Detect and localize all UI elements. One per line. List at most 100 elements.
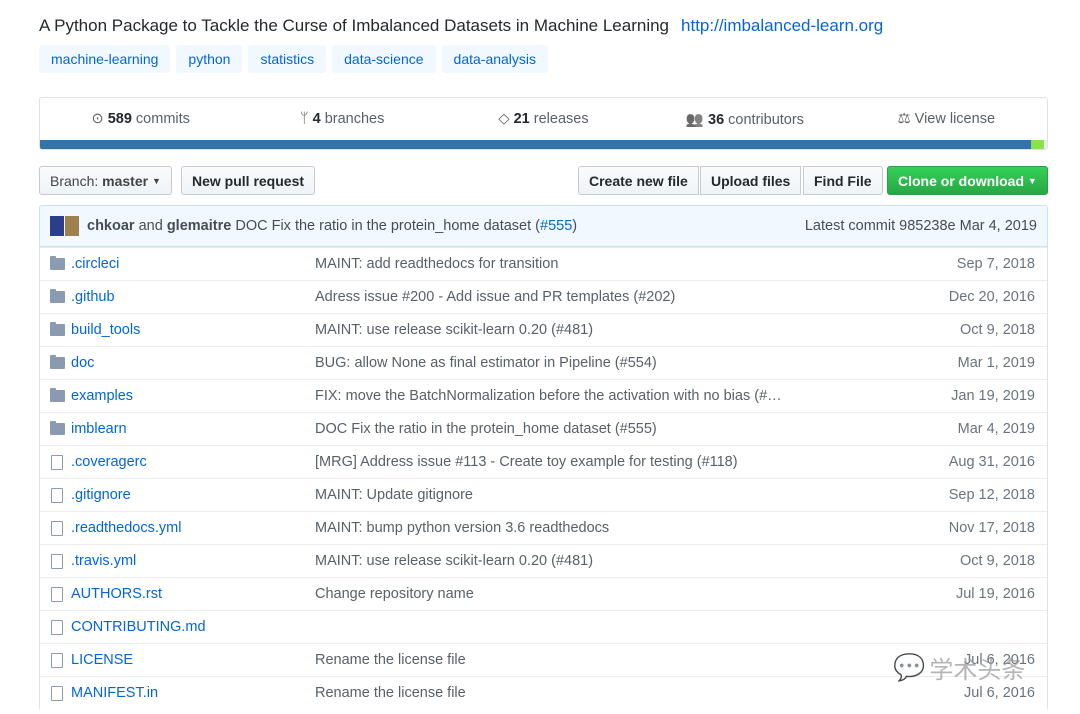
table-row: imblearn DOC Fix the ratio in the protein… xyxy=(40,412,1047,445)
file-icon xyxy=(49,685,65,701)
commit-age: Nov 17, 2018 xyxy=(948,520,1035,536)
stat-commits[interactable]: ⊙ 589 commits xyxy=(40,111,241,127)
stat-label: branches xyxy=(324,111,385,127)
file-name-link[interactable]: doc xyxy=(71,355,315,371)
commit-message[interactable]: DOC Fix the ratio in the protein_home da… xyxy=(235,218,540,234)
file-name-link[interactable]: .github xyxy=(71,289,315,305)
create-new-file-button[interactable]: Create new file xyxy=(578,166,699,195)
find-file-button[interactable]: Find File xyxy=(803,166,883,195)
table-row: doc BUG: allow None as final estimator in… xyxy=(40,346,1047,379)
language-segment[interactable] xyxy=(1043,140,1047,149)
branch-icon: ᛘ xyxy=(299,111,309,127)
folder-icon xyxy=(49,289,65,303)
stat-branches[interactable]: ᛘ 4 branches xyxy=(241,111,442,127)
file-name-link[interactable]: CONTRIBUTING.md xyxy=(71,619,315,635)
description-text: A Python Package to Tackle the Curse of … xyxy=(39,16,670,35)
commit-message-link[interactable]: MAINT: use release scikit-learn 0.20 (#4… xyxy=(315,553,1047,569)
branch-select[interactable]: Branch: master ▼ xyxy=(39,166,172,195)
stat-count: 21 xyxy=(513,111,530,127)
commit-message-link[interactable]: MAINT: use release scikit-learn 0.20 (#4… xyxy=(315,322,1047,338)
stat-releases[interactable]: ◇ 21 releases xyxy=(443,111,644,127)
stat-View-license[interactable]: ⚖ View license xyxy=(846,111,1047,127)
commit-message-link[interactable]: [MRG] Address issue #113 - Create toy ex… xyxy=(315,454,1047,470)
commit-icon: ⊙ xyxy=(91,111,104,127)
commit-age: Aug 31, 2016 xyxy=(948,454,1035,470)
table-row: CONTRIBUTING.md xyxy=(40,610,1047,643)
file-name-link[interactable]: .gitignore xyxy=(71,487,315,503)
commit-age: Dec 20, 2016 xyxy=(948,289,1035,305)
file-icon xyxy=(49,487,65,503)
commit-message-link[interactable]: Adress issue #200 - Add issue and PR tem… xyxy=(315,289,1047,305)
table-row: AUTHORS.rst Change repository name Jul 19,… xyxy=(40,577,1047,610)
language-bar[interactable] xyxy=(40,140,1047,149)
folder-icon xyxy=(49,256,65,270)
stat-label: View license xyxy=(914,111,996,127)
stat-label: releases xyxy=(533,111,589,127)
file-name-link[interactable]: LICENSE xyxy=(71,652,315,668)
file-icon xyxy=(49,586,65,602)
commit-message-link[interactable]: Change repository name xyxy=(315,586,1047,602)
upload-files-button[interactable]: Upload files xyxy=(700,166,802,195)
topic-tag[interactable]: statistics xyxy=(248,45,327,73)
commit-age: Jul 19, 2016 xyxy=(955,586,1035,602)
file-navigation: Branch: master ▼ New pull request Create… xyxy=(39,166,1048,195)
commit-message-link[interactable]: FIX: move the BatchNormalization before … xyxy=(315,388,1047,404)
commit-author[interactable]: glemaitre xyxy=(167,218,231,234)
watermark-text: 学术头条 xyxy=(929,657,1026,684)
commit-message-link[interactable]: BUG: allow None as final estimator in Pi… xyxy=(315,355,1047,371)
latest-commit-info[interactable]: Latest commit 985238e Mar 4, 2019 xyxy=(805,218,1037,234)
new-pull-request-button[interactable]: New pull request xyxy=(181,166,316,195)
repo-description: A Python Package to Tackle the Curse of … xyxy=(39,16,883,36)
caret-down-icon: ▼ xyxy=(1027,175,1037,186)
language-segment[interactable] xyxy=(1030,140,1044,149)
watermark: 💬 学术头条 xyxy=(893,650,1025,685)
stat-contributors[interactable]: 👥 36 contributors xyxy=(644,111,845,128)
homepage-link[interactable]: http://imbalanced-learn.org xyxy=(681,16,883,36)
pr-link[interactable]: #555 xyxy=(540,218,572,234)
commit-age: Oct 9, 2018 xyxy=(960,553,1035,569)
commit-message-link[interactable]: DOC Fix the ratio in the protein_home da… xyxy=(315,421,1047,437)
avatar[interactable] xyxy=(65,216,79,236)
file-icon xyxy=(49,553,65,569)
file-name-link[interactable]: build_tools xyxy=(71,322,315,338)
file-name-link[interactable]: .coveragerc xyxy=(71,454,315,470)
file-name-link[interactable]: AUTHORS.rst xyxy=(71,586,315,602)
language-segment[interactable] xyxy=(40,140,1031,149)
caret-down-icon: ▼ xyxy=(151,175,161,186)
commit-message-link[interactable]: MAINT: bump python version 3.6 readthedo… xyxy=(315,520,1047,536)
file-name-link[interactable]: imblearn xyxy=(71,421,315,437)
file-name-link[interactable]: examples xyxy=(71,388,315,404)
file-name-link[interactable]: .circleci xyxy=(71,256,315,272)
stat-label: contributors xyxy=(728,111,804,128)
topic-tag[interactable]: data-science xyxy=(332,45,436,73)
table-row: .readthedocs.yml MAINT: bump python versi… xyxy=(40,511,1047,544)
file-name-link[interactable]: .travis.yml xyxy=(71,553,315,569)
commit-message-link[interactable]: MAINT: add readthedocs for transition xyxy=(315,256,1047,272)
topic-tag[interactable]: data-analysis xyxy=(441,45,549,73)
stat-count: 589 xyxy=(107,111,132,127)
folder-icon xyxy=(49,322,65,336)
clone-download-button[interactable]: Clone or download ▼ xyxy=(887,166,1048,195)
topic-tag[interactable]: machine-learning xyxy=(39,45,171,73)
table-row: .coveragerc [MRG] Address issue #113 - Cr… xyxy=(40,445,1047,478)
folder-icon xyxy=(49,421,65,435)
topics: machine-learning python statistics data-sci… xyxy=(39,45,549,73)
commit-message-link[interactable]: Rename the license file xyxy=(315,685,1047,701)
commit-age: Sep 12, 2018 xyxy=(948,487,1035,503)
clone-label: Clone or download xyxy=(898,172,1024,189)
table-row: examples FIX: move the BatchNormalization… xyxy=(40,379,1047,412)
commit-age: Sep 7, 2018 xyxy=(956,256,1035,272)
commit-author[interactable]: chkoar xyxy=(87,218,135,234)
table-row: build_tools MAINT: use release scikit-lea… xyxy=(40,313,1047,346)
file-list: .circleci MAINT: add readthedocs for tran… xyxy=(39,247,1048,709)
table-row: .travis.yml MAINT: use release scikit-lea… xyxy=(40,544,1047,577)
file-name-link[interactable]: .readthedocs.yml xyxy=(71,520,315,536)
topic-tag[interactable]: python xyxy=(176,45,243,73)
file-icon xyxy=(49,619,65,635)
avatar[interactable] xyxy=(50,216,64,236)
and-text: and xyxy=(138,218,163,234)
file-name-link[interactable]: MANIFEST.in xyxy=(71,685,315,701)
commit-age: Jan 19, 2019 xyxy=(951,388,1035,404)
wechat-icon: 💬 xyxy=(893,652,926,682)
commit-message-link[interactable]: MAINT: Update gitignore xyxy=(315,487,1047,503)
